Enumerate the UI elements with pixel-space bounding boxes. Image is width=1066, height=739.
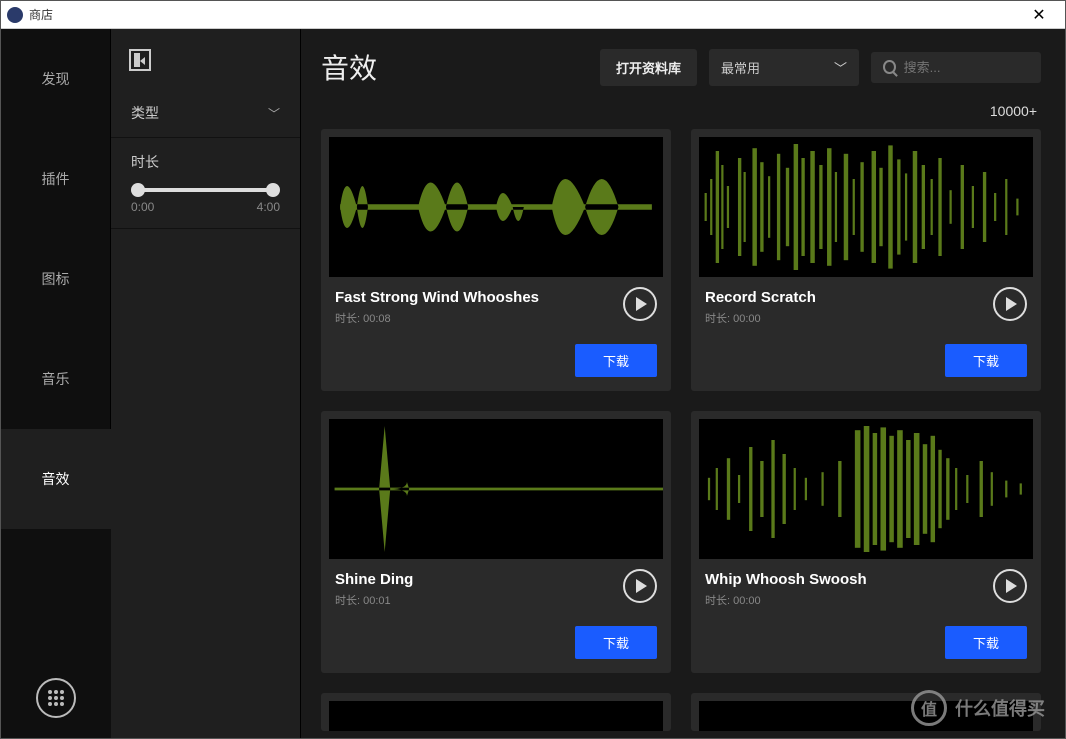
filter-duration-label: 时长 xyxy=(131,152,159,172)
sound-card: Fast Strong Wind Whooshes 时长: 00:08 下载 xyxy=(321,129,671,391)
filter-type-label: 类型 xyxy=(131,103,159,123)
page-title: 音效 xyxy=(321,47,588,87)
search-input[interactable] xyxy=(904,60,1029,75)
nav-item-music[interactable]: 音乐 xyxy=(1,329,111,429)
download-button[interactable]: 下载 xyxy=(945,626,1027,659)
nav-item-plugins[interactable]: 插件 xyxy=(1,129,111,229)
sound-title: Whip Whoosh Swoosh xyxy=(705,571,1027,588)
sound-duration: 时长: 00:00 xyxy=(705,310,1027,326)
grid-icon xyxy=(48,690,64,706)
results-grid: Fast Strong Wind Whooshes 时长: 00:08 下载 R… xyxy=(321,129,1041,738)
slider-handle-max[interactable] xyxy=(266,183,280,197)
waveform-preview[interactable] xyxy=(699,419,1033,559)
close-button[interactable]: ✕ xyxy=(1019,5,1059,25)
play-button[interactable] xyxy=(623,569,657,603)
slider-handle-min[interactable] xyxy=(131,183,145,197)
store-window: 商店 ✕ 发现 插件 图标 音乐 音效 类型 ﹀ xyxy=(0,0,1066,739)
duration-max: 4:00 xyxy=(257,200,280,214)
window-title: 商店 xyxy=(29,6,53,23)
filter-panel: 类型 ﹀ 时长 0:00 4:00 xyxy=(111,29,301,738)
waveform-preview[interactable] xyxy=(699,701,1033,731)
result-count: 10000+ xyxy=(321,103,1041,119)
titlebar: 商店 ✕ xyxy=(1,1,1065,29)
sound-title: Shine Ding xyxy=(335,571,657,588)
waveform-preview[interactable] xyxy=(329,701,663,731)
search-icon xyxy=(883,60,896,74)
sound-duration: 时长: 00:01 xyxy=(335,592,657,608)
window-body: 发现 插件 图标 音乐 音效 类型 ﹀ 时长 xyxy=(1,29,1065,738)
app-icon xyxy=(7,7,23,23)
chevron-down-icon: ﹀ xyxy=(268,105,280,122)
download-button[interactable]: 下载 xyxy=(575,626,657,659)
search-box[interactable] xyxy=(871,52,1041,83)
waveform-preview[interactable] xyxy=(329,419,663,559)
waveform-preview[interactable] xyxy=(329,137,663,277)
sound-duration: 时长: 00:00 xyxy=(705,592,1027,608)
duration-slider[interactable]: 0:00 4:00 xyxy=(131,188,280,214)
filter-type-section[interactable]: 类型 ﹀ xyxy=(111,89,300,138)
nav-item-sfx[interactable]: 音效 xyxy=(1,429,111,529)
sound-card: Shine Ding 时长: 00:01 下载 xyxy=(321,411,671,673)
content-header: 音效 打开资料库 最常用 ﹀ xyxy=(321,47,1041,87)
play-button[interactable] xyxy=(993,569,1027,603)
duration-min: 0:00 xyxy=(131,200,154,214)
sound-card-partial xyxy=(691,693,1041,731)
main-content: 音效 打开资料库 最常用 ﹀ 10000+ Fa xyxy=(301,29,1065,738)
nav-item-discover[interactable]: 发现 xyxy=(1,29,111,129)
sound-card: Whip Whoosh Swoosh 时长: 00:00 下载 xyxy=(691,411,1041,673)
sound-card-partial xyxy=(321,693,671,731)
chevron-down-icon: ﹀ xyxy=(834,58,847,77)
collapse-panel-button[interactable] xyxy=(129,49,151,71)
download-button[interactable]: 下载 xyxy=(575,344,657,377)
nav-item-icons[interactable]: 图标 xyxy=(1,229,111,329)
sound-title: Fast Strong Wind Whooshes xyxy=(335,289,657,306)
sort-value: 最常用 xyxy=(721,58,760,77)
waveform-preview[interactable] xyxy=(699,137,1033,277)
apps-grid-button[interactable] xyxy=(36,678,76,718)
sort-select[interactable]: 最常用 ﹀ xyxy=(709,49,859,86)
sound-title: Record Scratch xyxy=(705,289,1027,306)
play-button[interactable] xyxy=(623,287,657,321)
open-library-button[interactable]: 打开资料库 xyxy=(600,49,697,86)
sound-card: Record Scratch 时长: 00:00 下载 xyxy=(691,129,1041,391)
filter-duration-section: 时长 0:00 4:00 xyxy=(111,138,300,229)
play-button[interactable] xyxy=(993,287,1027,321)
download-button[interactable]: 下载 xyxy=(945,344,1027,377)
nav-rail: 发现 插件 图标 音乐 音效 xyxy=(1,29,111,738)
sound-duration: 时长: 00:08 xyxy=(335,310,657,326)
